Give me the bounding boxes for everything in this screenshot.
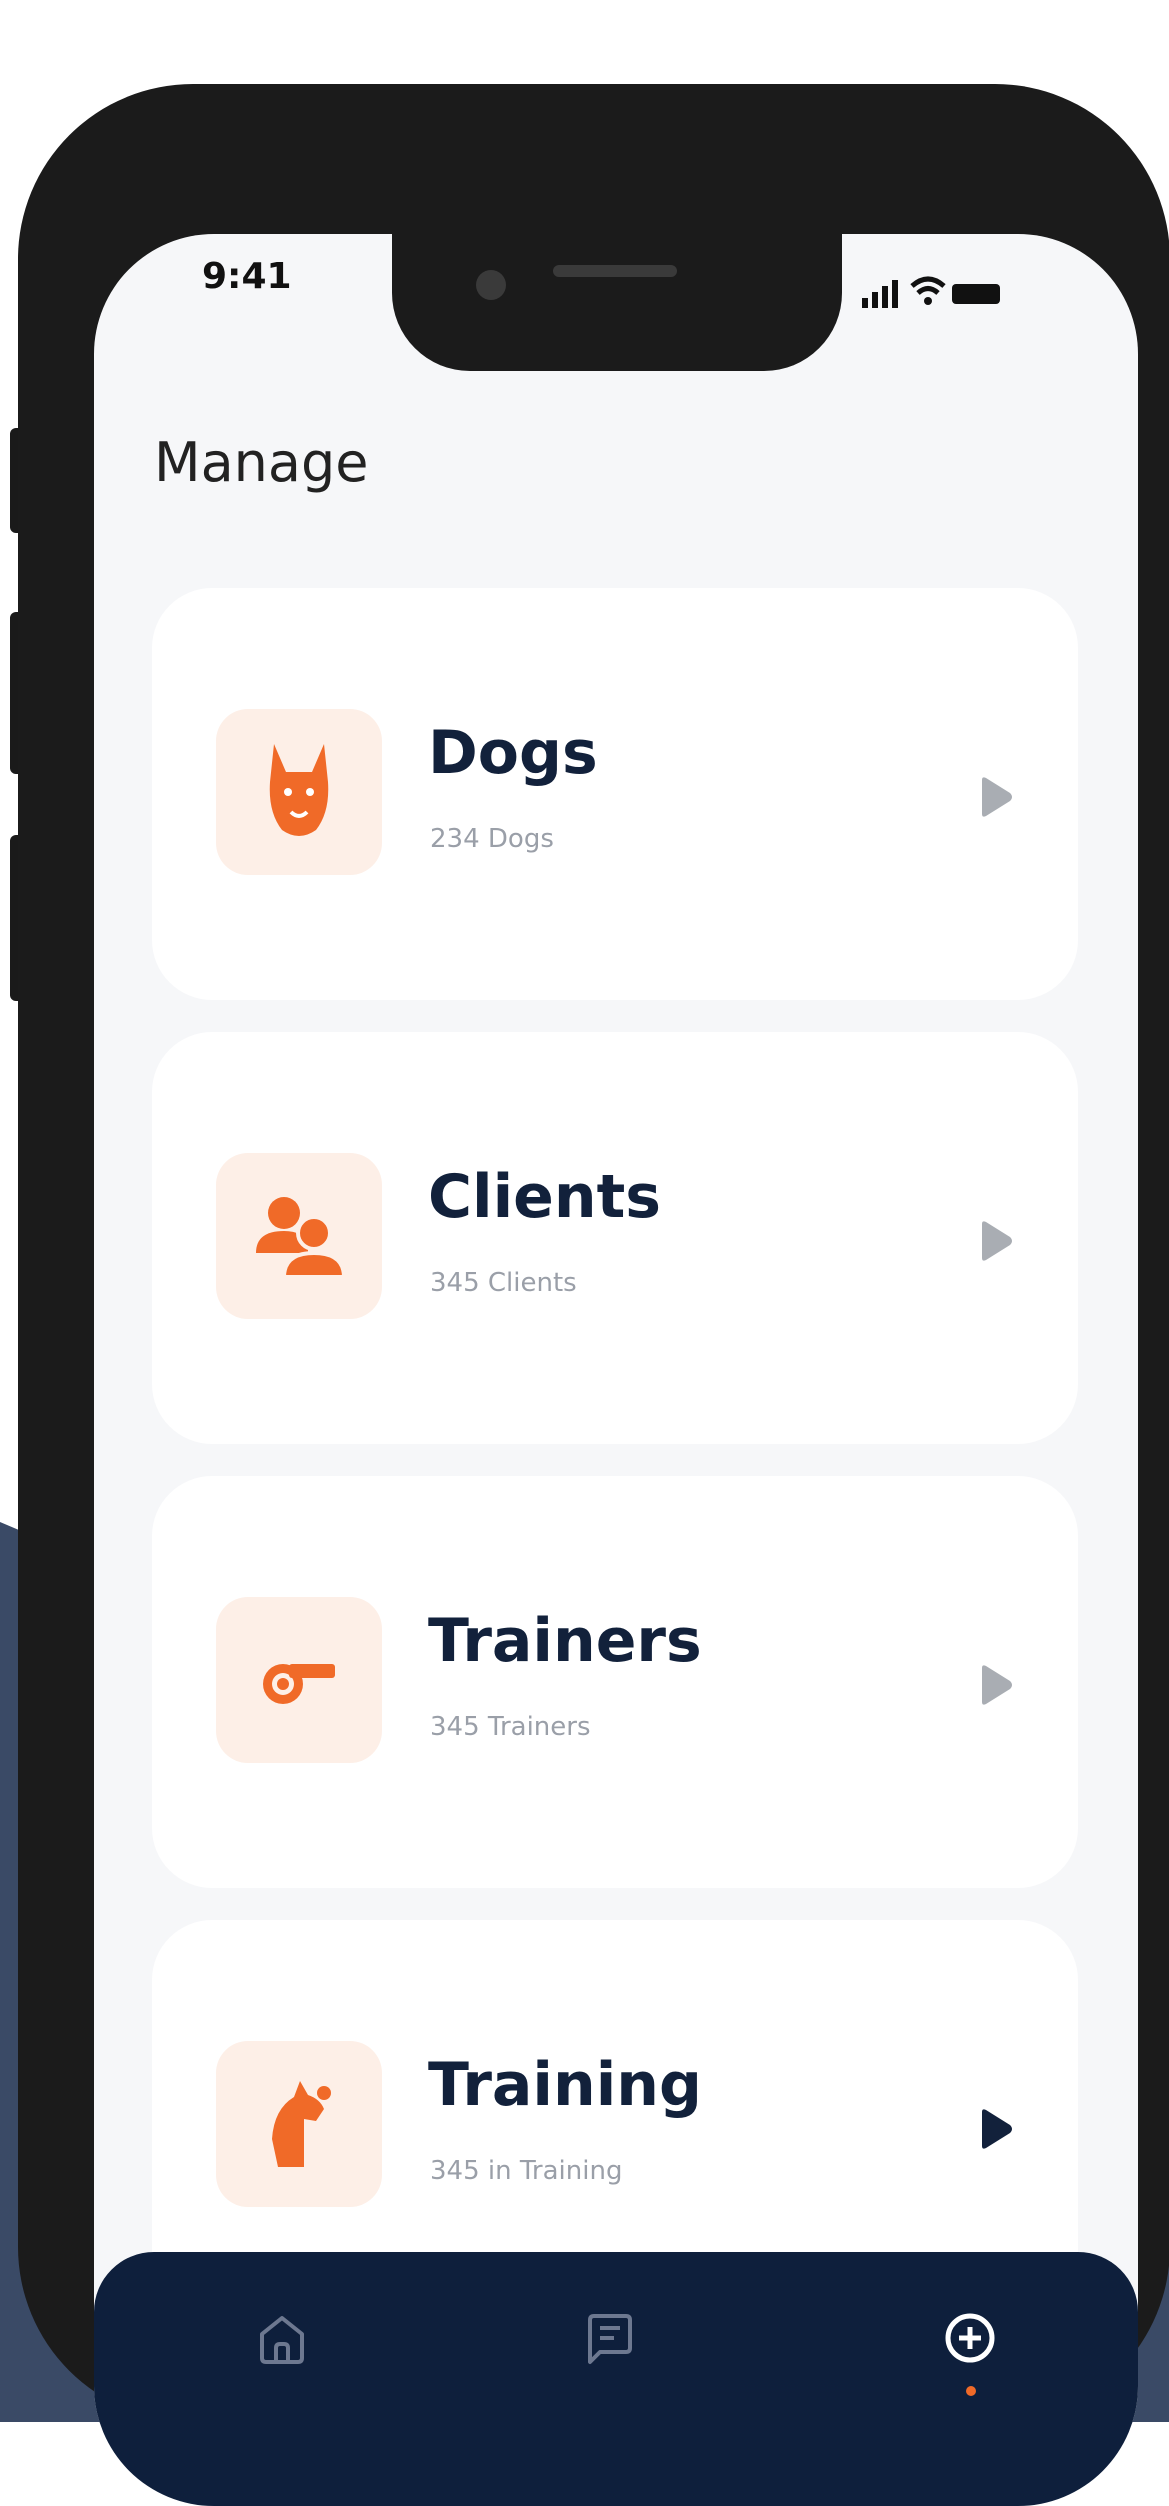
- speaker-icon: [553, 265, 677, 277]
- screen: 9:41 Manage Dogs 234 Dogs Clients 345 Cl…: [94, 234, 1138, 2506]
- dog-icon: [269, 744, 329, 836]
- card-dogs[interactable]: Dogs 234 Dogs: [152, 588, 1078, 1000]
- phone-frame: 9:41 Manage Dogs 234 Dogs Clients 345 Cl…: [18, 84, 1169, 2506]
- card-label: Training: [428, 2050, 702, 2120]
- training-icon-box: [216, 2041, 382, 2207]
- card-label: Clients: [428, 1162, 661, 1232]
- active-tab-indicator: [966, 2386, 976, 2396]
- battery-icon: [952, 284, 1000, 304]
- card-clients[interactable]: Clients 345 Clients: [152, 1032, 1078, 1444]
- clients-icon-box: [216, 1153, 382, 1319]
- card-sub: 345 Trainers: [430, 1712, 591, 1742]
- users-icon: [256, 1197, 344, 1279]
- tab-bar: [94, 2252, 1138, 2506]
- whistle-icon: [263, 1664, 335, 1704]
- chevron-right-icon[interactable]: [978, 2108, 1014, 2150]
- signal-icon: [862, 280, 898, 308]
- wifi-icon: [910, 276, 946, 305]
- chevron-right-icon[interactable]: [978, 1664, 1014, 1706]
- card-sub: 234 Dogs: [430, 824, 554, 854]
- plus-circle-icon[interactable]: [942, 2310, 998, 2366]
- chevron-right-icon[interactable]: [978, 776, 1014, 818]
- chat-icon[interactable]: [582, 2310, 638, 2366]
- chevron-right-icon[interactable]: [978, 1220, 1014, 1262]
- card-label: Dogs: [428, 718, 598, 788]
- card-trainers[interactable]: Trainers 345 Trainers: [152, 1476, 1078, 1888]
- status-time: 9:41: [202, 256, 292, 297]
- status-icons: [862, 276, 1002, 308]
- camera-icon: [476, 270, 506, 300]
- trainers-icon-box: [216, 1597, 382, 1763]
- home-icon[interactable]: [254, 2310, 310, 2366]
- dogs-icon-box: [216, 709, 382, 875]
- page-title: Manage: [154, 431, 369, 494]
- card-sub: 345 in Training: [430, 2156, 623, 2186]
- dog-trick-icon: [272, 2081, 331, 2167]
- card-label: Trainers: [428, 1606, 702, 1676]
- card-sub: 345 Clients: [430, 1268, 577, 1298]
- notch: [392, 234, 842, 371]
